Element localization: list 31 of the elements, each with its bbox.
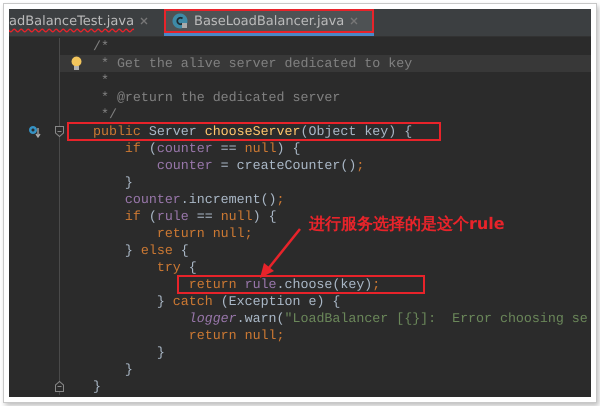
annotation-text: 进行服务选择的是这个rule	[309, 214, 505, 235]
code-line: return rule.choose(key);	[188, 276, 380, 293]
code-line: }	[124, 174, 133, 191]
code-line: /*	[93, 38, 109, 55]
code-line: public Server chooseServer(Object key) {	[93, 123, 412, 140]
code-line: if (counter == null) {	[124, 140, 300, 157]
code-line: counter.increment();	[124, 191, 285, 208]
close-icon[interactable]	[140, 17, 148, 25]
class-file-icon	[172, 13, 188, 29]
override-icon[interactable]	[28, 125, 41, 138]
tab-label: BaseLoadBalancer.java	[194, 14, 344, 28]
code-line: }	[124, 361, 133, 378]
code-line: } else {	[124, 242, 189, 259]
code-line: counter = createCounter();	[156, 157, 364, 174]
fold-marker-icon[interactable]	[55, 126, 64, 137]
lightbulb-icon[interactable]	[71, 56, 82, 71]
code-line: return null;	[156, 225, 253, 242]
code-line: if (rule == null) {	[124, 208, 277, 225]
code-line: *	[100, 72, 109, 89]
code-line: }	[93, 378, 101, 395]
fold-marker-icon[interactable]	[55, 381, 64, 392]
tab-label: adBalanceTest.java	[9, 14, 134, 28]
code-line: * Get the alive server dedicated to key	[100, 55, 412, 72]
code-line: } catch (Exception e) {	[156, 293, 340, 310]
code-line: try {	[156, 259, 197, 276]
file-tab[interactable]: BaseLoadBalancer.java	[164, 9, 374, 36]
code-line: return null;	[188, 327, 285, 344]
code-line: }	[156, 344, 165, 361]
code-line: logger.warn("LoadBalancer [{}]: Error choosing se	[188, 310, 588, 327]
code-line: * @return the dedicated server	[100, 89, 340, 106]
code-line: */	[100, 106, 117, 123]
